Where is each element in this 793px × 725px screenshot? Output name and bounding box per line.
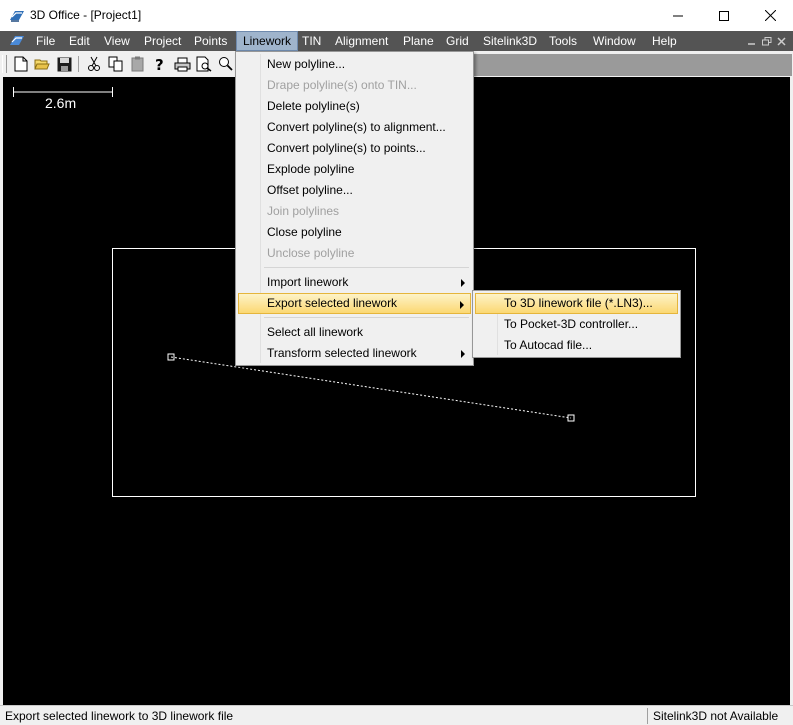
menu-view[interactable]: View — [98, 31, 136, 51]
menu-separator — [264, 317, 469, 318]
menu-points[interactable]: Points — [188, 31, 233, 51]
close-icon — [764, 10, 776, 21]
maximize-icon — [719, 10, 729, 21]
toolbar-grip[interactable] — [2, 55, 7, 73]
print-icon — [174, 57, 190, 71]
menu-project[interactable]: Project — [138, 31, 187, 51]
cut-icon — [88, 56, 100, 71]
menu-help[interactable]: Help — [646, 31, 683, 51]
menu-item-import-linework[interactable]: Import linework — [238, 272, 471, 293]
menu-alignment[interactable]: Alignment — [329, 31, 394, 51]
submenu-arrow-icon — [460, 301, 464, 309]
status-message: Export selected linework to 3D linework … — [5, 709, 234, 723]
menu-item-delete-polyline[interactable]: Delete polyline(s) — [238, 96, 471, 117]
menu-linework[interactable]: Linework — [236, 31, 299, 51]
menu-item-convert-to-alignment[interactable]: Convert polyline(s) to alignment... — [238, 117, 471, 138]
help-button[interactable]: ? — [151, 55, 169, 73]
export-submenu: To 3D linework file (*.LN3)... To Pocket… — [472, 290, 681, 358]
paste-button[interactable] — [129, 55, 147, 73]
print-button[interactable] — [173, 55, 191, 73]
menu-grid[interactable]: Grid — [440, 31, 475, 51]
toolbar-separator — [78, 56, 79, 72]
status-bar: Export selected linework to 3D linework … — [0, 705, 793, 725]
mdi-restore-icon[interactable] — [762, 37, 772, 46]
save-icon — [57, 57, 71, 71]
menu-item-offset-polyline[interactable]: Offset polyline... — [238, 180, 471, 201]
menu-item-explode-polyline[interactable]: Explode polyline — [238, 159, 471, 180]
new-icon — [14, 56, 28, 72]
menu-item-export-selected-linework[interactable]: Export selected linework — [238, 293, 471, 314]
window-title: 3D Office - [Project1] — [30, 8, 142, 22]
menu-item-transform-selected-linework[interactable]: Transform selected linework — [238, 343, 471, 364]
minimize-icon — [673, 15, 683, 16]
print-preview-icon — [196, 56, 212, 72]
menu-item-select-all-linework[interactable]: Select all linework — [238, 322, 471, 343]
app-logo-icon — [10, 11, 24, 22]
menu-item-export-ln3-file[interactable]: To 3D linework file (*.LN3)... — [475, 293, 678, 314]
menu-item-convert-to-points[interactable]: Convert polyline(s) to points... — [238, 138, 471, 159]
print-preview-button[interactable] — [195, 55, 213, 73]
document-logo-icon[interactable] — [9, 33, 25, 48]
open-icon — [34, 59, 50, 70]
maximize-button[interactable] — [701, 0, 747, 31]
menu-item-drape-polyline[interactable]: Drape polyline(s) onto TIN... — [238, 75, 471, 96]
copy-icon — [108, 56, 123, 72]
minimize-button[interactable] — [655, 0, 701, 31]
new-button[interactable] — [12, 55, 30, 73]
open-button[interactable] — [33, 55, 51, 73]
menu-item-label: Import linework — [267, 275, 349, 289]
toolbar-background — [474, 54, 792, 76]
sitelink-status: Sitelink3D not Available — [653, 709, 779, 723]
menu-separator — [264, 267, 469, 268]
menu-item-unclose-polyline[interactable]: Unclose polyline — [238, 243, 471, 264]
menu-item-label: Transform selected linework — [267, 346, 417, 360]
help-icon: ? — [155, 56, 164, 72]
zoom-icon — [219, 57, 233, 71]
svg-text:?: ? — [155, 56, 164, 72]
zoom-button[interactable] — [217, 55, 235, 73]
polyline-segment[interactable] — [170, 356, 572, 419]
menu-item-new-polyline[interactable]: New polyline... — [238, 54, 471, 75]
mdi-minimize-icon[interactable] — [747, 37, 757, 46]
menu-item-label: Export selected linework — [267, 296, 398, 310]
paste-icon — [131, 56, 144, 72]
menu-item-close-polyline[interactable]: Close polyline — [238, 222, 471, 243]
submenu-arrow-icon — [461, 279, 465, 287]
mdi-close-icon[interactable] — [777, 37, 787, 46]
menu-bar: File Edit View Project Points Linework T… — [0, 31, 793, 51]
menu-plane[interactable]: Plane — [397, 31, 440, 51]
menu-file[interactable]: File — [30, 31, 61, 51]
submenu-arrow-icon — [461, 350, 465, 358]
title-bar: 3D Office - [Project1] — [0, 0, 793, 31]
status-divider — [647, 708, 648, 724]
menu-tin[interactable]: TIN — [296, 31, 327, 51]
menu-window[interactable]: Window — [587, 31, 642, 51]
close-button[interactable] — [747, 0, 793, 31]
menu-tools[interactable]: Tools — [543, 31, 583, 51]
linework-menu: New polyline... Drape polyline(s) onto T… — [235, 51, 474, 366]
save-button[interactable] — [55, 55, 73, 73]
menu-item-export-pocket3d[interactable]: To Pocket-3D controller... — [475, 314, 678, 335]
copy-button[interactable] — [107, 55, 125, 73]
menu-sitelink3d[interactable]: Sitelink3D — [477, 31, 543, 51]
menu-item-export-autocad[interactable]: To Autocad file... — [475, 335, 678, 356]
menu-item-join-polylines[interactable]: Join polylines — [238, 201, 471, 222]
cut-button[interactable] — [85, 55, 103, 73]
menu-edit[interactable]: Edit — [63, 31, 96, 51]
